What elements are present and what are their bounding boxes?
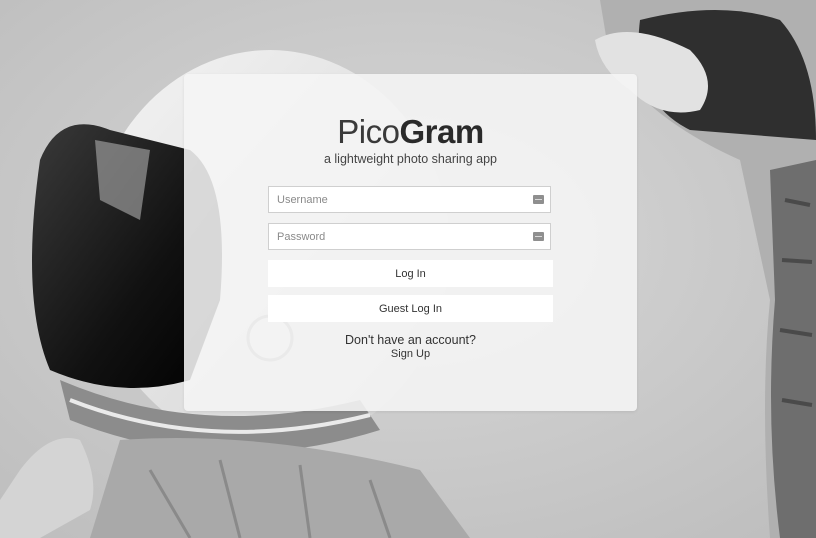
signup-link-container: Sign Up bbox=[184, 348, 637, 360]
app-tagline: a lightweight photo sharing app bbox=[323, 152, 498, 166]
logo-bold-text: Gram bbox=[399, 113, 484, 150]
keyboard-icon bbox=[533, 232, 544, 241]
signup-link[interactable]: Sign Up bbox=[391, 348, 430, 360]
logo-light-text: Pico bbox=[337, 113, 400, 150]
login-button[interactable]: Log In bbox=[268, 260, 553, 287]
username-input[interactable] bbox=[269, 187, 550, 212]
username-field[interactable] bbox=[268, 186, 551, 213]
signup-question: Don't have an account? bbox=[345, 333, 476, 347]
login-panel: PicoGram a lightweight photo sharing app… bbox=[184, 74, 637, 411]
keyboard-icon bbox=[533, 195, 544, 204]
guest-login-button[interactable]: Guest Log In bbox=[268, 295, 553, 322]
password-field[interactable] bbox=[268, 223, 551, 250]
app-logo: PicoGram bbox=[184, 112, 637, 152]
password-input[interactable] bbox=[269, 224, 550, 249]
